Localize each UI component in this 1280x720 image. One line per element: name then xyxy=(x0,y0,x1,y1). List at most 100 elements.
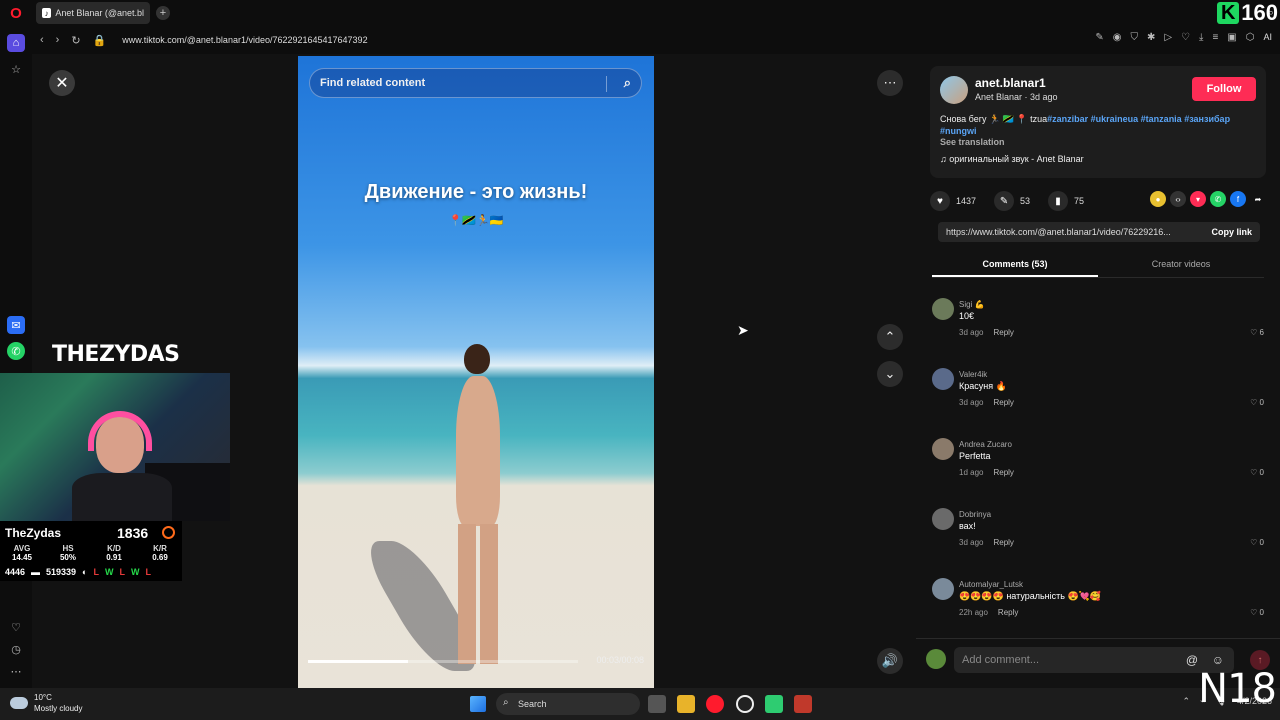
channel-name-overlay: THEZYDAS xyxy=(52,342,180,367)
back-icon[interactable]: ‹ xyxy=(40,34,44,46)
more-icon[interactable]: ⋯ xyxy=(7,662,25,680)
commenter-avatar[interactable] xyxy=(932,438,954,460)
facebook-share-icon[interactable]: f xyxy=(1230,191,1246,207)
person-body xyxy=(456,376,500,526)
url-field[interactable]: www.tiktok.com/@anet.blanar1/video/76229… xyxy=(122,35,367,45)
close-button[interactable]: ✕ xyxy=(49,70,75,96)
see-translation-link[interactable]: See translation xyxy=(940,137,1005,147)
more-options-button[interactable]: ⋯ xyxy=(877,70,903,96)
camera-icon[interactable]: ◉ xyxy=(1113,32,1122,43)
person-figure xyxy=(448,334,508,674)
reply-button[interactable]: Reply xyxy=(993,468,1013,477)
star-icon[interactable]: ☆ xyxy=(7,60,25,78)
comment-item: Automalyar_Lutsk 😍😍😍😍 натуральність 😍💘🥰 … xyxy=(932,578,1264,638)
creator-username[interactable]: anet.blanar1 xyxy=(975,76,1046,90)
heart-icon[interactable]: ♡ xyxy=(1181,32,1190,43)
chevron-up-icon[interactable]: ⌃ xyxy=(1183,696,1191,707)
embed-icon[interactable]: ‹› xyxy=(1170,191,1186,207)
reload-icon[interactable]: ↻ xyxy=(71,34,80,47)
opera-taskbar-icon[interactable] xyxy=(706,695,724,713)
save-count: 75 xyxy=(1074,196,1085,206)
whatsapp-share-icon[interactable]: ✆ xyxy=(1210,191,1226,207)
chat-app-icon[interactable] xyxy=(765,695,783,713)
reply-button[interactable]: Reply xyxy=(993,398,1013,407)
commenter-name[interactable]: Automalyar_Lutsk xyxy=(959,580,1023,589)
emoji-icon[interactable]: ☺ xyxy=(1212,653,1224,667)
browser-tab[interactable]: ♪ Anet Blanar (@anet.bl xyxy=(36,2,150,24)
commenter-name[interactable]: Sigi 💪 xyxy=(959,300,985,309)
stat-label: AVG xyxy=(13,544,31,553)
like-count: 1437 xyxy=(956,196,977,206)
commenter-name[interactable]: Dobrinya xyxy=(959,510,991,519)
post-description: Снова бегу 🏃 🇹🇿 📍 tzua#zanzibar #ukraine… xyxy=(940,113,1260,137)
heart-outline-icon[interactable]: ♡ xyxy=(7,618,25,636)
shield-icon[interactable]: ⛉ xyxy=(1130,32,1138,43)
comment-like[interactable]: ♡ 6 xyxy=(1250,328,1264,337)
new-tab-button[interactable]: + xyxy=(156,6,170,20)
reply-button[interactable]: Reply xyxy=(993,328,1013,337)
reply-button[interactable]: Reply xyxy=(993,538,1013,547)
obs-icon[interactable] xyxy=(736,695,754,713)
ai-button[interactable]: AI xyxy=(1263,32,1272,43)
weather-widget[interactable]: 10°C Mostly cloudy xyxy=(10,692,82,714)
download-icon[interactable]: ⤓ xyxy=(1199,32,1203,43)
taskbar-search[interactable]: ⌕ Search xyxy=(496,693,640,715)
volume-button[interactable]: 🔊 xyxy=(877,648,903,674)
comment-input[interactable]: Add comment... @ ☺ xyxy=(954,647,1234,673)
video-time: 00:03/00:08 xyxy=(596,655,644,665)
commenter-avatar[interactable] xyxy=(932,578,954,600)
play-icon[interactable]: ▷ xyxy=(1164,32,1172,43)
commenter-avatar[interactable] xyxy=(932,508,954,530)
like-stat[interactable]: ♥ 1437 xyxy=(930,191,976,211)
comment-like-count: 0 xyxy=(1259,538,1264,547)
comment-stat[interactable]: ✎ 53 xyxy=(994,191,1030,211)
wallet-icon[interactable]: ▣ xyxy=(1227,32,1236,43)
edit-icon[interactable]: ✎ xyxy=(1095,32,1103,43)
reply-button[interactable]: Reply xyxy=(998,608,1018,617)
commenter-avatar[interactable] xyxy=(932,368,954,390)
windows-taskbar: 10°C Mostly cloudy ⌕ Search ⌃ ⌁ 🎙 4/2/2026 xyxy=(0,688,1280,720)
mention-icon[interactable]: @ xyxy=(1186,653,1198,667)
send-icon[interactable]: ▾ xyxy=(1190,191,1206,207)
whatsapp-icon[interactable]: ✆ xyxy=(7,342,25,360)
tab-comments[interactable]: Comments (53) xyxy=(932,254,1098,277)
save-stat[interactable]: ▮ 75 xyxy=(1048,191,1084,211)
post-link: https://www.tiktok.com/@anet.blanar1/vid… xyxy=(946,227,1171,237)
tab-creator-videos[interactable]: Creator videos xyxy=(1098,254,1264,277)
follow-button[interactable]: Follow xyxy=(1192,77,1256,101)
search-icon[interactable]: ⌕ xyxy=(624,75,631,91)
commenter-name[interactable]: Andrea Zucaro xyxy=(959,440,1012,449)
task-view-icon[interactable] xyxy=(648,695,666,713)
cube-icon[interactable]: ⬡ xyxy=(1246,32,1255,43)
player-elo: 1836 xyxy=(117,525,149,541)
copy-link-button[interactable]: Copy link xyxy=(1211,227,1252,237)
file-explorer-icon[interactable] xyxy=(677,695,695,713)
share-arrow-icon[interactable]: ➦ xyxy=(1250,191,1266,207)
menu-icon[interactable]: ≡ xyxy=(1212,32,1218,43)
temperature: 10°C xyxy=(34,693,52,702)
history-icon[interactable]: ◷ xyxy=(7,640,25,658)
comment-like[interactable]: ♡ 0 xyxy=(1250,538,1264,547)
opera-logo-icon[interactable]: O xyxy=(0,0,32,26)
home-icon[interactable]: ⌂ xyxy=(7,34,25,52)
coin-icon[interactable]: ● xyxy=(1150,191,1166,207)
webcam-shirt xyxy=(72,473,172,521)
comment-like[interactable]: ♡ 0 xyxy=(1250,398,1264,407)
video-player[interactable]: Find related content ⌕ Движение - это жи… xyxy=(298,56,654,688)
comment-like[interactable]: ♡ 0 xyxy=(1250,468,1264,477)
commenter-name[interactable]: Valer4ik xyxy=(959,370,987,379)
sound-link[interactable]: ♫ оригинальный звук - Anet Blanar xyxy=(940,154,1084,164)
messenger-icon[interactable]: ✉ xyxy=(7,316,25,334)
previous-video-button[interactable]: ⌃ xyxy=(877,324,903,350)
commenter-avatar[interactable] xyxy=(932,298,954,320)
shield-app-icon[interactable] xyxy=(794,695,812,713)
next-video-button[interactable]: ⌄ xyxy=(877,361,903,387)
extension-icon[interactable]: ✱ xyxy=(1147,32,1155,43)
creator-avatar[interactable] xyxy=(940,76,968,104)
forward-icon[interactable]: › xyxy=(56,34,60,46)
video-progress-bar[interactable] xyxy=(308,660,578,663)
comment-like[interactable]: ♡ 0 xyxy=(1250,608,1264,617)
find-related-search[interactable]: Find related content ⌕ xyxy=(309,68,642,98)
windows-start-icon[interactable] xyxy=(470,696,486,712)
overlay-count: 160 xyxy=(1241,0,1278,25)
